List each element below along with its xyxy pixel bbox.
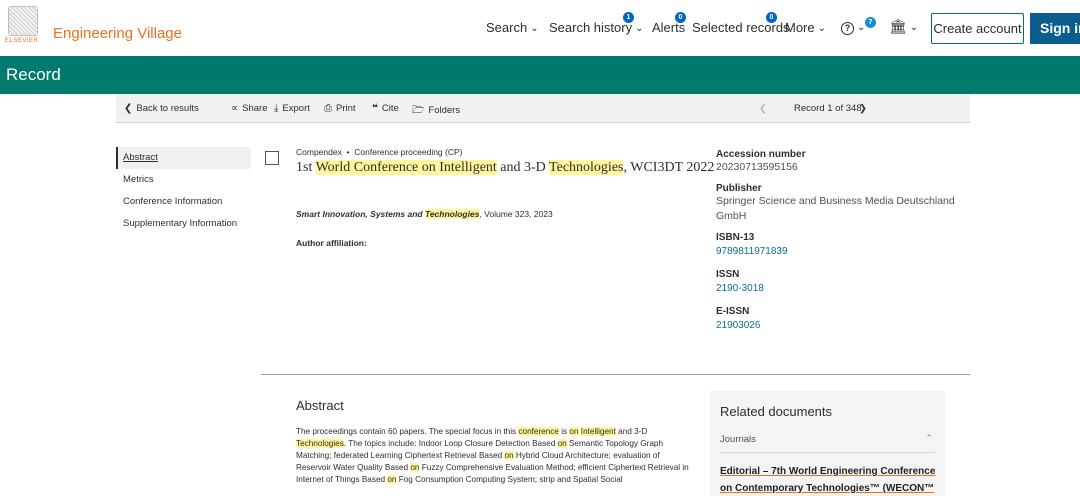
meta-separator: • — [344, 147, 352, 157]
database-name: Compendex — [296, 147, 342, 157]
record-toolbar: ❮ Back to results ∝ Share ⤓ Export ⎙ Print ❝… — [116, 94, 970, 123]
record-source: Smart Innovation, Systems and Technologi… — [296, 209, 553, 219]
printer-icon: ⎙ — [324, 103, 332, 114]
nav-search-history-label: Search history — [549, 20, 633, 35]
print-label: Print — [336, 103, 356, 114]
publisher-value: Springer Science and Business Media Deut… — [716, 195, 955, 222]
sign-in-button[interactable]: Sign in — [1030, 13, 1080, 44]
nav-more-label: More — [785, 20, 815, 35]
sidebar-item-metrics[interactable]: Metrics — [116, 169, 251, 191]
export-label: Export — [282, 103, 310, 114]
abstract-heading: Abstract — [296, 398, 344, 413]
chevron-down-icon: ⌄ — [817, 23, 827, 34]
chevron-down-icon: ⌄ — [635, 23, 644, 34]
nav-more[interactable]: More ⌄ — [785, 20, 826, 35]
accession-value: 20230713595156 — [716, 161, 798, 173]
share-button[interactable]: ∝ Share — [231, 103, 268, 114]
alerts-badge: 0 — [675, 12, 686, 23]
isbn-link[interactable]: 9789811971839 — [716, 246, 966, 257]
source-highlight[interactable]: Technologies — [424, 209, 480, 219]
related-heading: Related documents — [720, 404, 833, 419]
select-record-checkbox[interactable] — [265, 151, 279, 165]
abstract-text: The proceedings contain 60 papers. The s… — [296, 427, 689, 484]
chevron-left-icon: ❮ — [124, 103, 133, 114]
related-divider — [720, 452, 935, 453]
section-divider — [261, 374, 970, 375]
search-history-badge: 1 — [623, 12, 634, 23]
sidebar-item-abstract[interactable]: Abstract — [116, 147, 251, 169]
related-documents-panel: Related documents Journals ⌃ Editorial –… — [710, 391, 945, 496]
create-account-button[interactable]: Create account — [931, 13, 1024, 44]
eissn-link[interactable]: 21903026 — [716, 320, 966, 331]
source-title[interactable]: Smart Innovation, Systems and — [296, 209, 425, 219]
title-highlight: World Conference on Intelligent — [315, 160, 497, 175]
page-title: Record — [6, 65, 61, 84]
accession-label: Accession number — [716, 149, 806, 160]
logo-text: ELSEVIER — [5, 38, 39, 44]
record-position: Record 1 of 348 — [794, 103, 862, 114]
record-title: 1st World Conference on Intelligent and … — [296, 159, 716, 176]
sidebar-item-conference-information[interactable]: Conference Information — [116, 191, 251, 213]
next-record-button[interactable]: ❯ — [859, 103, 867, 114]
download-icon: ⤓ — [274, 103, 279, 114]
title-part: and 3-D — [496, 160, 550, 175]
record-details: Accession number 20230713595156 Publishe… — [716, 149, 966, 339]
chevron-down-icon: ⌄ — [530, 23, 539, 34]
cite-label: Cite — [381, 103, 399, 114]
top-bar: ELSEVIER Engineering Village Search ⌄ Sea… — [0, 0, 1080, 55]
tree-icon — [8, 6, 38, 36]
back-to-results-link[interactable]: ❮ Back to results — [124, 103, 199, 114]
back-label: Back to results — [136, 103, 199, 114]
quote-icon: ❝ — [372, 103, 378, 114]
folder-add-icon: 🗁 — [412, 105, 425, 116]
help-badge: 7 — [865, 17, 876, 28]
nav-selected-records[interactable]: Selected records — [692, 20, 790, 35]
source-volume: , Volume 323, 2023 — [479, 209, 553, 219]
help-icon: ? — [841, 22, 854, 35]
title-part: , WCI3DT 2022 — [623, 160, 715, 175]
title-part: 1st — [296, 160, 316, 175]
share-label: Share — [242, 103, 268, 114]
publisher-label: Publisher — [716, 183, 762, 194]
chevron-left-icon: ❮ — [759, 103, 767, 114]
isbn-label: ISBN-13 — [716, 232, 755, 243]
print-button[interactable]: ⎙ Print — [324, 103, 356, 114]
page-header-band: Record — [0, 56, 1080, 94]
nav-search-label: Search — [486, 20, 528, 35]
eissn-label: E-ISSN — [716, 306, 750, 317]
share-icon: ∝ — [231, 103, 239, 114]
related-document-link[interactable]: Editorial – 7th World Engineering Confer… — [720, 463, 942, 496]
cite-button[interactable]: ❝ Cite — [372, 103, 399, 114]
selected-records-badge: 0 — [766, 12, 777, 23]
export-button[interactable]: ⤓ Export — [274, 103, 310, 114]
previous-record-button[interactable]: ❮ — [759, 103, 767, 114]
nav-search[interactable]: Search ⌄ — [486, 20, 539, 35]
record-meta: Compendex • Conference proceeding (CP) — [296, 147, 463, 157]
help-menu[interactable]: ? ⌄ — [841, 19, 865, 35]
sidebar-item-supplementary-information[interactable]: Supplementary Information — [116, 213, 251, 235]
title-highlight: Technologies — [549, 160, 624, 175]
issn-link[interactable]: 2190-3018 — [716, 283, 966, 294]
chevron-up-icon[interactable]: ⌃ — [925, 433, 933, 444]
folders-label: Folders — [428, 105, 461, 116]
elsevier-logo[interactable]: ELSEVIER — [5, 6, 41, 48]
institution-icon: 🏛 — [889, 18, 907, 34]
folders-button[interactable]: 🗁 Folders — [412, 103, 460, 120]
brand-name[interactable]: Engineering Village — [53, 25, 182, 42]
chevron-right-icon: ❯ — [859, 103, 867, 114]
record-sidebar: Abstract Metrics Conference Information … — [116, 147, 251, 235]
institution-menu[interactable]: 🏛 ⌄ — [889, 18, 918, 35]
author-affiliation-label: Author affiliation: — [296, 238, 367, 248]
chevron-down-icon: ⌄ — [909, 22, 919, 33]
related-section-journals[interactable]: Journals — [720, 434, 756, 445]
issn-label: ISSN — [716, 269, 740, 280]
document-type: Conference proceeding (CP) — [354, 147, 463, 157]
